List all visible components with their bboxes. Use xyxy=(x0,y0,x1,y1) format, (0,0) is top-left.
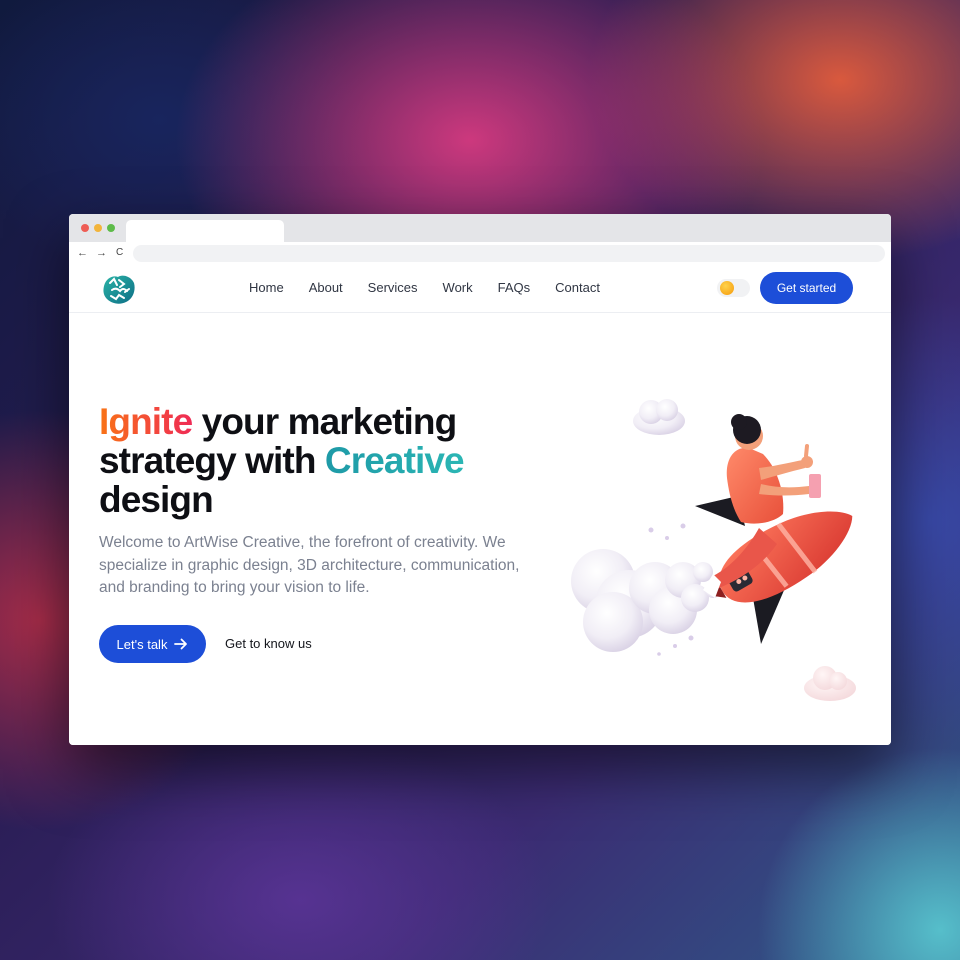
back-arrow-icon[interactable]: ← xyxy=(77,245,88,261)
arrow-right-icon xyxy=(174,638,188,650)
browser-toolbar: ← → C xyxy=(69,242,891,264)
get-started-button[interactable]: Get started xyxy=(760,272,853,304)
hero-title-end: design xyxy=(99,479,214,520)
website: Home About Services Work FAQs Contact Ge… xyxy=(69,264,891,745)
browser-tab[interactable] xyxy=(126,220,284,242)
hero-title-accent-creative: Creative xyxy=(324,440,465,481)
nav-services[interactable]: Services xyxy=(368,278,418,298)
sun-icon xyxy=(720,281,734,295)
small-cloud-bottom xyxy=(804,666,856,701)
reload-icon[interactable]: C xyxy=(116,245,123,261)
maximize-window-icon[interactable] xyxy=(107,224,115,232)
hero-subtitle: Welcome to ArtWise Creative, the forefro… xyxy=(99,534,520,596)
nav-work[interactable]: Work xyxy=(443,278,473,298)
forward-arrow-icon[interactable]: → xyxy=(96,245,107,261)
nav-contact[interactable]: Contact xyxy=(555,278,600,298)
lets-talk-label: Let's talk xyxy=(116,636,168,652)
rocket-rider-illustration xyxy=(571,399,856,701)
nav-about[interactable]: About xyxy=(309,278,343,298)
hero-title-accent-ignite: Ignite xyxy=(99,401,193,442)
lets-talk-button[interactable]: Let's talk xyxy=(99,625,206,663)
small-cloud-top xyxy=(633,399,685,435)
main-nav: Home About Services Work FAQs Contact xyxy=(249,278,625,298)
artwise-logo[interactable] xyxy=(101,272,137,306)
site-header: Home About Services Work FAQs Contact Ge… xyxy=(69,264,891,313)
minimize-window-icon[interactable] xyxy=(94,224,102,232)
close-window-icon[interactable] xyxy=(81,224,89,232)
nav-home[interactable]: Home xyxy=(249,278,284,298)
browser-titlebar xyxy=(69,214,891,242)
hero-title: Ignite your marketing strategy with Crea… xyxy=(99,402,539,519)
address-bar[interactable] xyxy=(133,245,885,262)
exhaust-cloud xyxy=(571,549,721,652)
browser-window: ← → C Home About Services Work FAQs Cont… xyxy=(69,214,891,745)
theme-toggle[interactable] xyxy=(717,279,750,297)
nav-faqs[interactable]: FAQs xyxy=(498,278,531,298)
get-to-know-us-link[interactable]: Get to know us xyxy=(225,636,312,652)
